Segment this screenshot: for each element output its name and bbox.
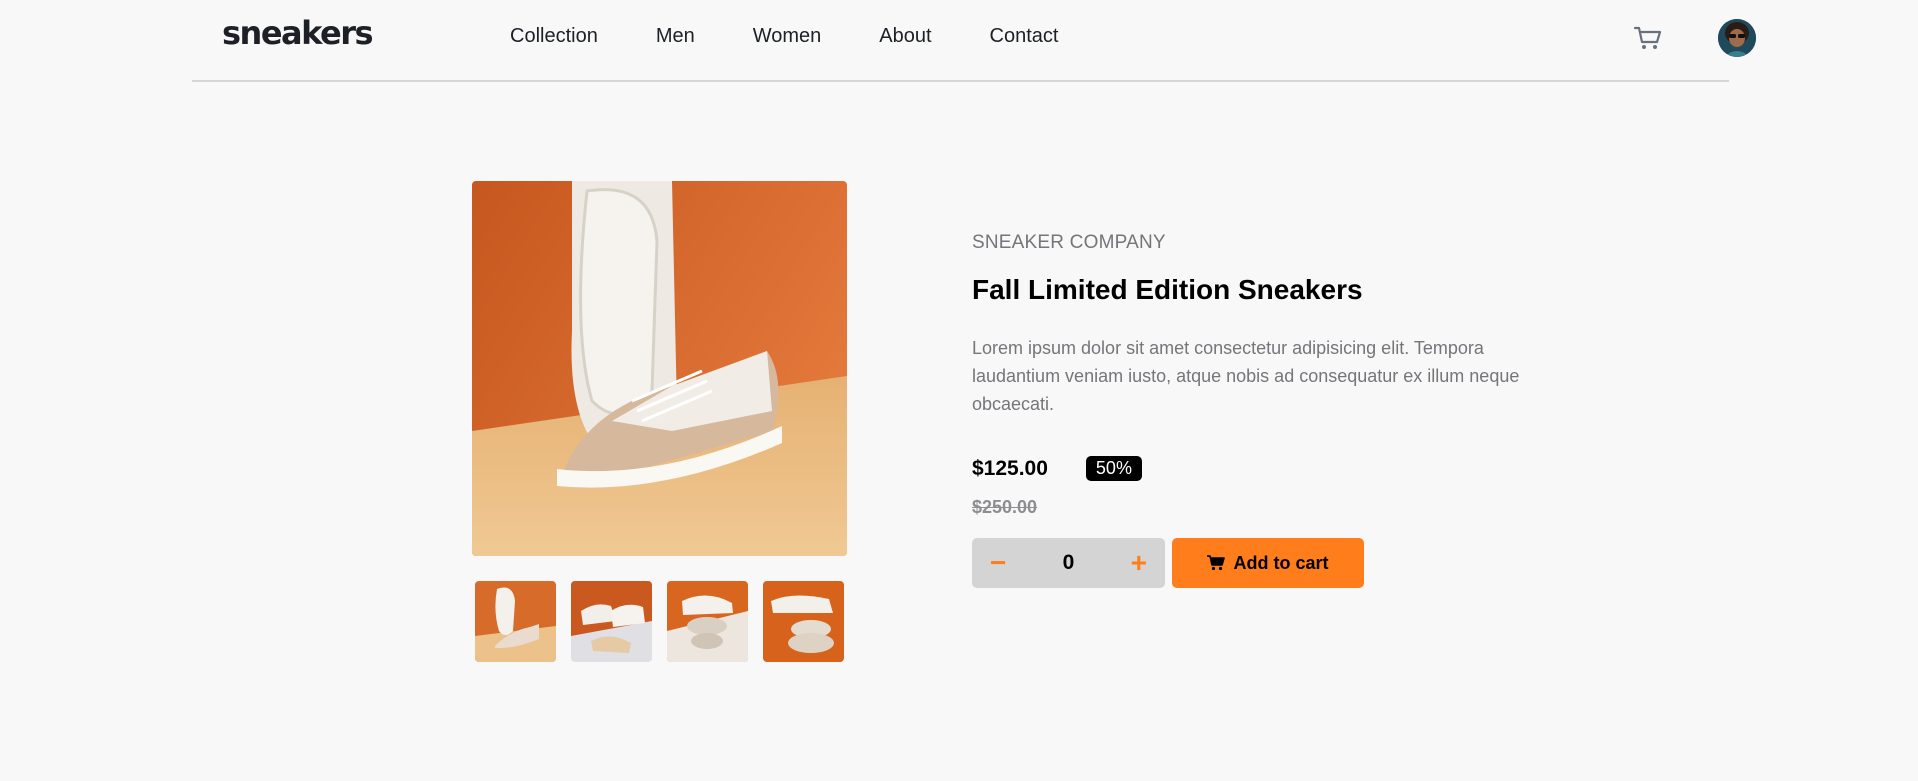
product-gallery	[472, 181, 859, 662]
price-row: $125.00 50%	[972, 456, 1552, 481]
avatar-image	[1718, 19, 1756, 57]
main-nav: Collection Men Women About Contact	[510, 25, 1116, 48]
product-description: Lorem ipsum dolor sit amet consectetur a…	[972, 338, 1520, 414]
cart-icon	[1207, 555, 1226, 571]
nav-about[interactable]: About	[879, 25, 931, 48]
add-to-cart-label: Add to cart	[1233, 552, 1329, 573]
nav-women[interactable]: Women	[753, 25, 822, 48]
nav-collection[interactable]: Collection	[510, 25, 598, 48]
thumbnail-4[interactable]	[763, 581, 844, 662]
thumbnail-2[interactable]	[571, 581, 652, 662]
thumbnail-3[interactable]	[667, 581, 748, 662]
thumbnail-1[interactable]	[475, 581, 556, 662]
cart-icon	[1633, 26, 1662, 49]
quantity-stepper: − 0 +	[972, 538, 1165, 588]
discount-badge: 50%	[1085, 456, 1142, 481]
product-info: SNEAKER COMPANY Fall Limited Edition Sne…	[972, 232, 1552, 588]
cart-button[interactable]	[1632, 22, 1664, 54]
purchase-actions: − 0 + Add to cart	[972, 538, 1552, 588]
site-header: sneakers Collection Men Women About Cont…	[192, 0, 1756, 82]
avatar[interactable]	[1718, 19, 1756, 57]
add-to-cart-button[interactable]: Add to cart	[1172, 538, 1364, 588]
decrement-button[interactable]: −	[990, 549, 1006, 577]
product-title: Fall Limited Edition Sneakers	[972, 274, 1363, 305]
nav-contact[interactable]: Contact	[990, 25, 1059, 48]
increment-button[interactable]: +	[1131, 549, 1147, 577]
original-price: $250.00	[972, 497, 1038, 517]
logo[interactable]: sneakers	[222, 14, 374, 52]
nav-men[interactable]: Men	[656, 25, 695, 48]
main-product-image[interactable]	[472, 181, 847, 556]
quantity-value: 0	[1062, 551, 1075, 574]
company-name: SNEAKER COMPANY	[972, 232, 1166, 253]
current-price: $125.00	[972, 456, 1048, 480]
thumbnail-list	[475, 581, 859, 662]
